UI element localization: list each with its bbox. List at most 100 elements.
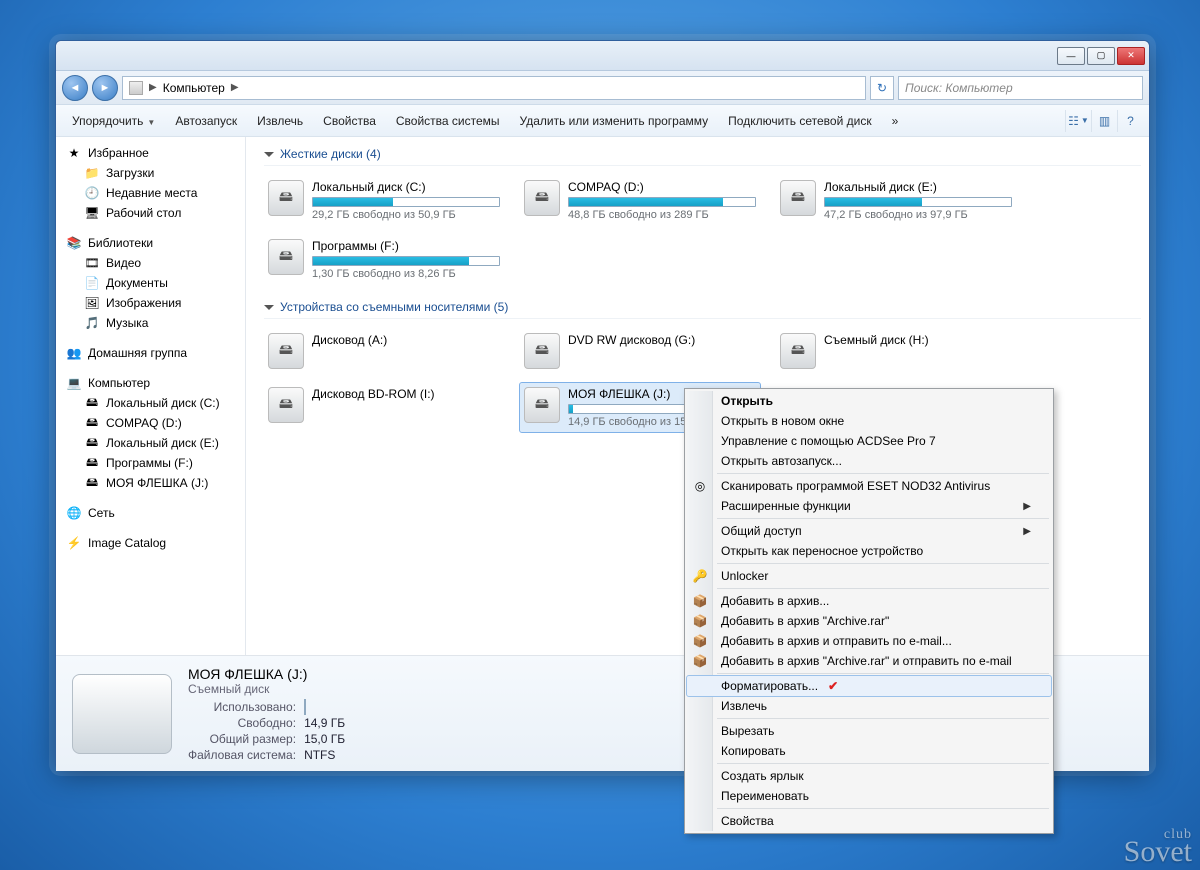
toolbar-map-drive[interactable]: Подключить сетевой диск [718,108,881,134]
sidebar-favorites[interactable]: ★Избранное [66,143,241,163]
menu-item-label: Свойства [721,814,774,828]
menu-icon: 📦 [692,653,708,669]
menu-item[interactable]: Копировать [687,741,1051,761]
drive-subtitle: 29,2 ГБ свободно из 50,9 ГБ [312,209,500,221]
sidebar-drive-f[interactable]: 🖴Программы (F:) [66,453,241,473]
toolbar-uninstall[interactable]: Удалить или изменить программу [510,108,719,134]
menu-item[interactable]: Вырезать [687,721,1051,741]
sidebar-drive-j[interactable]: 🖴МОЯ ФЛЕШКА (J:) [66,473,241,493]
section-hdd-header[interactable]: Жесткие диски (4) [264,147,1141,166]
details-value-fs: NTFS [304,748,345,762]
drive-bar [312,256,500,266]
toolbar-overflow[interactable]: » [882,108,909,134]
sidebar-homegroup[interactable]: 👥Домашняя группа [66,343,241,363]
close-button[interactable]: ✕ [1117,47,1145,65]
menu-icon: 📦 [692,613,708,629]
section-removable-header[interactable]: Устройства со съемными носителями (5) [264,300,1141,319]
drive-item[interactable]: 🖴 Локальный диск (E:) 47,2 ГБ свободно и… [776,176,1016,225]
sidebar-drive-c[interactable]: 🖴Локальный диск (C:) [66,393,241,413]
sidebar-recent[interactable]: 🕘Недавние места [66,183,241,203]
menu-item[interactable]: Расширенные функции ▶ [687,496,1051,516]
menu-item[interactable]: Создать ярлык [687,766,1051,786]
drive-item[interactable]: 🖴 Программы (F:) 1,30 ГБ свободно из 8,2… [264,235,504,284]
maximize-button[interactable]: ▢ [1087,47,1115,65]
sidebar-pictures[interactable]: 🖼Изображения [66,293,241,313]
music-icon: 🎵 [84,315,100,331]
sidebar-computer[interactable]: 💻Компьютер [66,373,241,393]
search-input[interactable]: Поиск: Компьютер [898,76,1143,100]
menu-item-label: Unlocker [721,569,768,583]
toolbar-organize[interactable]: Упорядочить▼ [62,108,165,134]
sidebar-drive-e[interactable]: 🖴Локальный диск (E:) [66,433,241,453]
drive-item[interactable]: 🖴Дисковод BD-ROM (I:) [264,383,504,432]
menu-item[interactable]: 🔑Unlocker [687,566,1051,586]
sidebar-drive-d[interactable]: 🖴COMPAQ (D:) [66,413,241,433]
address-bar[interactable]: ▶ Компьютер ▶ [122,76,866,100]
toolbar-eject[interactable]: Извлечь [247,108,313,134]
drive-bar [824,197,1012,207]
sidebar-desktop[interactable]: 🖥Рабочий стол [66,203,241,223]
sidebar-videos[interactable]: 🎞Видео [66,253,241,273]
nav-back-button[interactable]: ◄ [62,75,88,101]
view-options-icon[interactable]: ☷▼ [1065,110,1091,132]
menu-item[interactable]: 📦 Добавить в архив "Archive.rar" и отправ… [687,651,1051,671]
menu-item-label: Управление с помощью ACDSee Pro 7 [721,434,936,448]
refresh-button[interactable]: ↻ [870,76,894,100]
menu-item[interactable]: 📦Добавить в архив и отправить по e-mail.… [687,631,1051,651]
sidebar-libraries[interactable]: 📚Библиотеки [66,233,241,253]
preview-pane-icon[interactable]: ▥ [1091,110,1117,132]
menu-item[interactable]: Управление с помощью ACDSee Pro 7 [687,431,1051,451]
nav-forward-button[interactable]: ► [92,75,118,101]
menu-item[interactable]: Форматировать...✔ [687,676,1051,696]
sidebar-documents[interactable]: 📄Документы [66,273,241,293]
menu-item[interactable]: Открыть автозапуск... [687,451,1051,471]
menu-item[interactable]: Открыть [687,391,1051,411]
sidebar-image-catalog[interactable]: ⚡Image Catalog [66,533,241,553]
toolbar-autoplay[interactable]: Автозапуск [165,108,247,134]
menu-item[interactable]: Общий доступ▶ [687,521,1051,541]
chevron-down-icon: ▼ [147,118,155,127]
menu-item[interactable]: Извлечь [687,696,1051,716]
drive-title: Дисковод (A:) [312,333,500,347]
breadcrumb-computer[interactable]: Компьютер [163,81,225,95]
sidebar-downloads[interactable]: 📁Загрузки [66,163,241,183]
desktop-icon: 🖥 [84,205,100,221]
menu-icon: 📦 [692,593,708,609]
menu-item[interactable]: 📦Добавить в архив "Archive.rar" [687,611,1051,631]
chevron-right-icon: ▶ [149,82,157,93]
toolbar-system-properties[interactable]: Свойства системы [386,108,510,134]
drive-icon: 🖴 [268,387,304,423]
menu-item[interactable]: Переименовать [687,786,1051,806]
menu-item[interactable]: Открыть в новом окне [687,411,1051,431]
drive-item[interactable]: 🖴 COMPAQ (D:) 48,8 ГБ свободно из 289 ГБ [520,176,760,225]
drive-icon: 🖴 [524,387,560,423]
sidebar-network[interactable]: 🌐Сеть [66,503,241,523]
menu-separator [717,808,1049,809]
minimize-button[interactable]: — [1057,47,1085,65]
menu-separator [717,563,1049,564]
menu-item-label: Добавить в архив... [721,594,829,608]
drive-item[interactable]: 🖴Съемный диск (H:) [776,329,1016,373]
sidebar-music[interactable]: 🎵Музыка [66,313,241,333]
toolbar-properties[interactable]: Свойства [313,108,386,134]
menu-item[interactable]: ◎Сканировать программой ESET NOD32 Antiv… [687,476,1051,496]
drive-icon: 🖴 [84,475,100,491]
submenu-arrow-icon: ▶ [1023,501,1031,512]
drive-item[interactable]: 🖴Дисковод (A:) [264,329,504,373]
drive-icon: 🖴 [524,333,560,369]
drive-item[interactable]: 🖴 Локальный диск (C:) 29,2 ГБ свободно и… [264,176,504,225]
menu-item[interactable]: Свойства [687,811,1051,831]
menu-item-label: Открыть [721,394,773,408]
search-placeholder: Поиск: Компьютер [905,81,1013,95]
menu-item[interactable]: 📦 Добавить в архив... [687,591,1051,611]
menu-item[interactable]: Открыть как переносное устройство [687,541,1051,561]
menu-item-label: Расширенные функции [721,499,851,513]
drive-item[interactable]: 🖴DVD RW дисковод (G:) [520,329,760,373]
star-icon: ★ [66,145,82,161]
help-icon[interactable]: ? [1117,110,1143,132]
menu-item-label: Создать ярлык [721,769,804,783]
menu-item-label: Добавить в архив "Archive.rar" и отправи… [721,654,1012,668]
menu-item-label: Переименовать [721,789,809,803]
sidebar: ★Избранное 📁Загрузки 🕘Недавние места 🖥Ра… [56,137,246,655]
document-icon: 📄 [84,275,100,291]
